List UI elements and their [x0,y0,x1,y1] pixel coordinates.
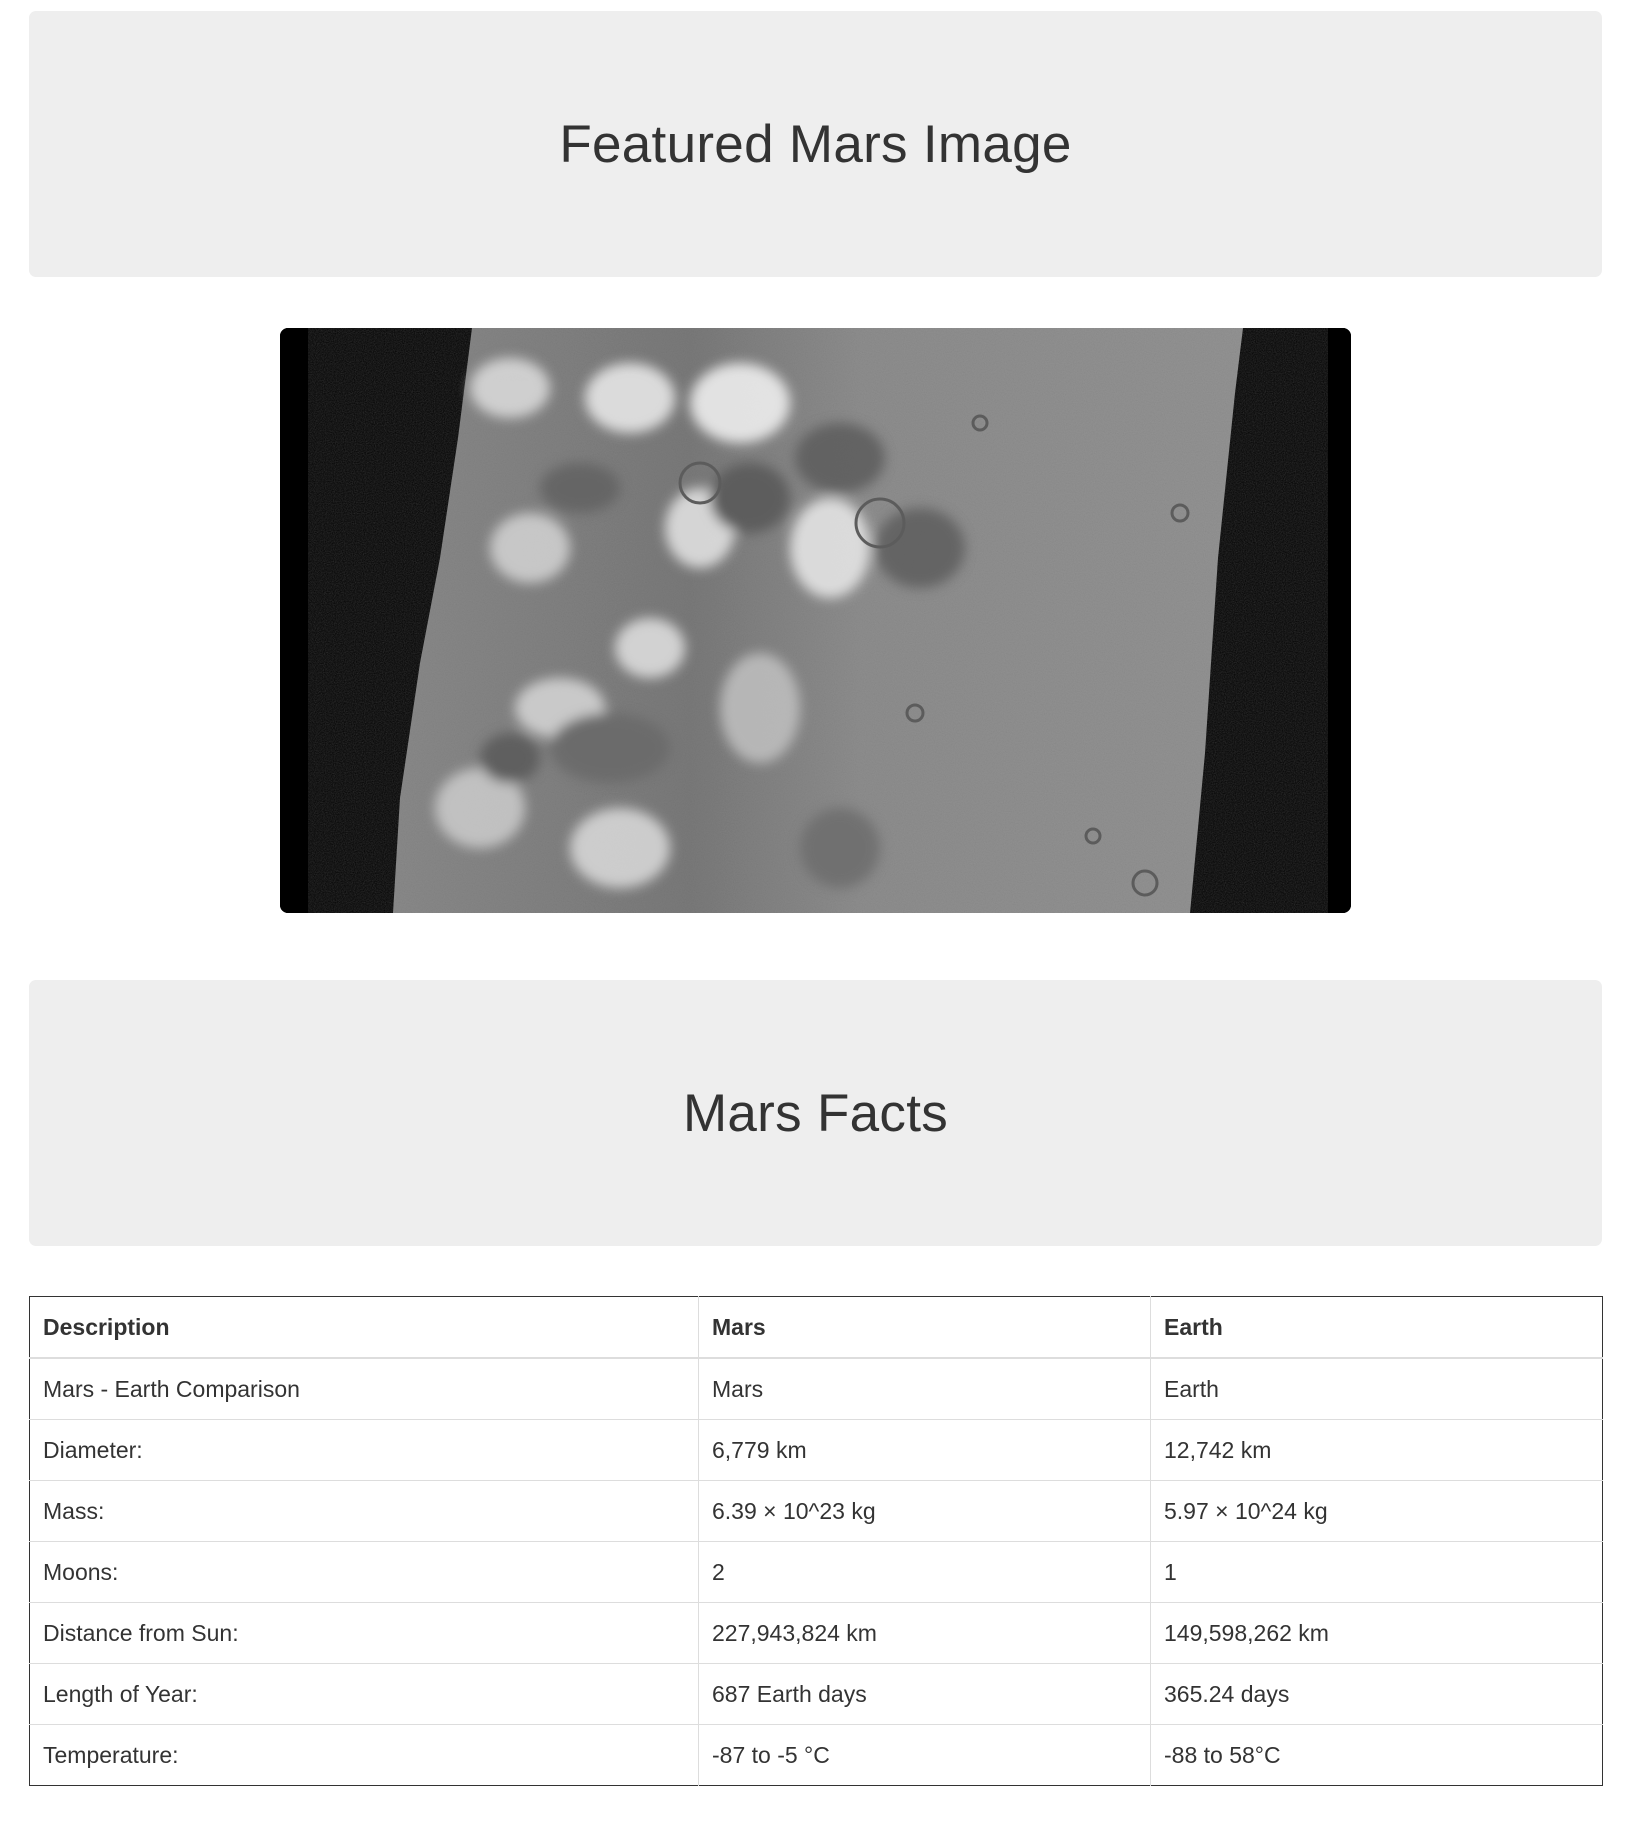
mars-facts-title: Mars Facts [682,1083,949,1143]
table-row: Length of Year: 687 Earth days 365.24 da… [29,1663,1603,1725]
cell-mars: 687 Earth days [698,1663,1151,1725]
cell-description: Mass: [29,1480,699,1542]
cell-mars: 2 [698,1541,1151,1603]
cell-mars: 227,943,824 km [698,1602,1151,1664]
table-row: Distance from Sun: 227,943,824 km 149,59… [29,1602,1603,1664]
mars-facts-header: Mars Facts [29,980,1602,1246]
cell-mars: -87 to -5 °C [698,1724,1151,1786]
cell-earth: -88 to 58°C [1164,1741,1281,1768]
column-header-mars: Mars [698,1296,1151,1359]
cell-mars: 6.39 × 10^23 kg [698,1480,1151,1542]
cell-description: Mars - Earth Comparison [29,1358,699,1420]
cell-earth: 1 [1150,1541,1603,1603]
cell-earth: 365.24 days [1150,1663,1603,1725]
table-header-row: Description Mars Earth [29,1296,1603,1359]
cell-earth: Earth [1150,1358,1603,1420]
cell-description: Temperature: [29,1724,699,1786]
cell-mars: 6,779 km [698,1419,1151,1481]
table-row: Moons: 2 1 [29,1541,1603,1603]
table-row: Temperature: -87 to -5 °C -88 to 58°C [29,1724,1603,1786]
cell-description: Distance from Sun: [29,1602,699,1664]
cell-description: Length of Year: [29,1663,699,1725]
cell-earth: 12,742 km [1150,1419,1603,1481]
featured-image-title: Featured Mars Image [559,114,1072,174]
column-header-earth: Earth [1150,1296,1603,1359]
table-row: Mass: 6.39 × 10^23 kg 5.97 × 10^24 kg [29,1480,1603,1542]
table-row: Mars - Earth Comparison Mars Earth [29,1358,1603,1420]
cell-mars: Mars [698,1358,1151,1420]
cell-earth: 5.97 × 10^24 kg [1150,1480,1603,1542]
column-header-description: Description [29,1296,699,1359]
cell-description: Diameter: [29,1419,699,1481]
cell-description: Moons: [29,1541,699,1603]
featured-mars-image[interactable] [280,328,1351,913]
cell-earth: 149,598,262 km [1150,1602,1603,1664]
table-row: Diameter: 6,779 km 12,742 km [29,1419,1603,1481]
mars-surface-image [280,328,1351,913]
mars-facts-table: Description Mars Earth Mars - Earth Comp… [29,1296,1603,1786]
featured-image-header: Featured Mars Image [29,11,1602,277]
